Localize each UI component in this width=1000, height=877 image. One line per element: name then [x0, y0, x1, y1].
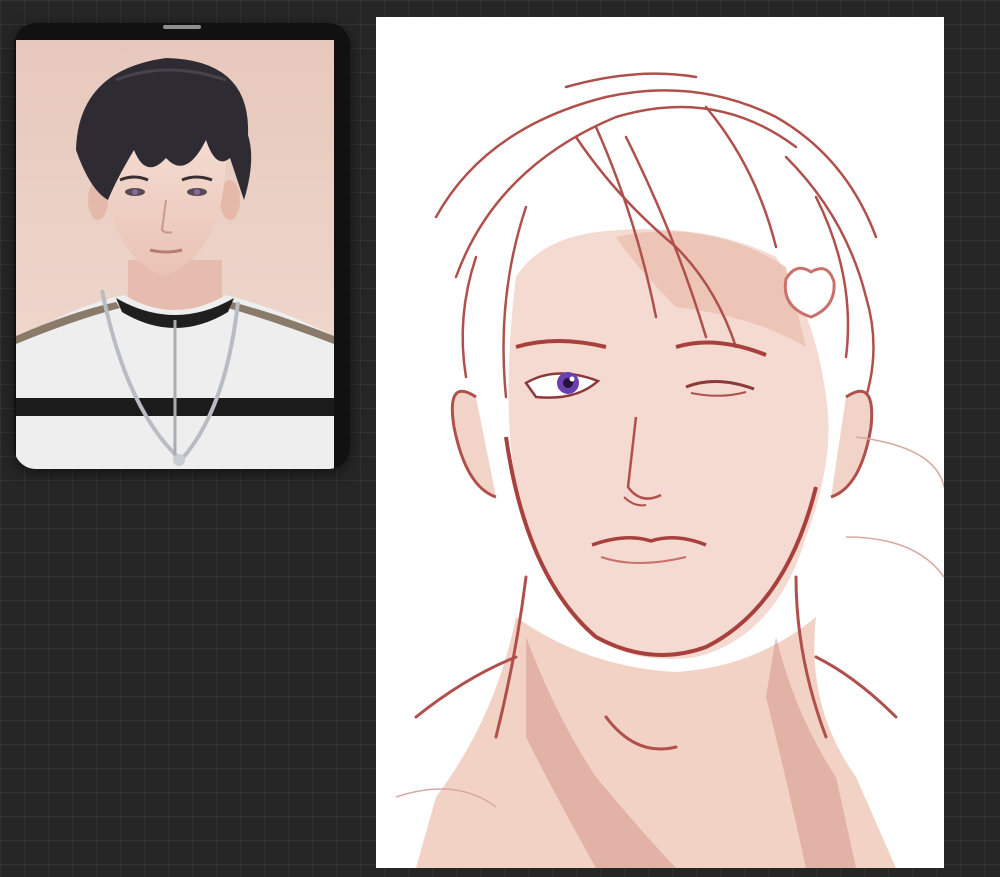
reference-drag-handle[interactable]: [163, 25, 201, 29]
reference-portrait-image: [16, 40, 334, 469]
drawing-canvas[interactable]: [376, 17, 944, 868]
reference-companion-window[interactable]: [14, 23, 350, 469]
reference-photo: [16, 40, 334, 469]
sketch-artwork: [376, 17, 944, 868]
